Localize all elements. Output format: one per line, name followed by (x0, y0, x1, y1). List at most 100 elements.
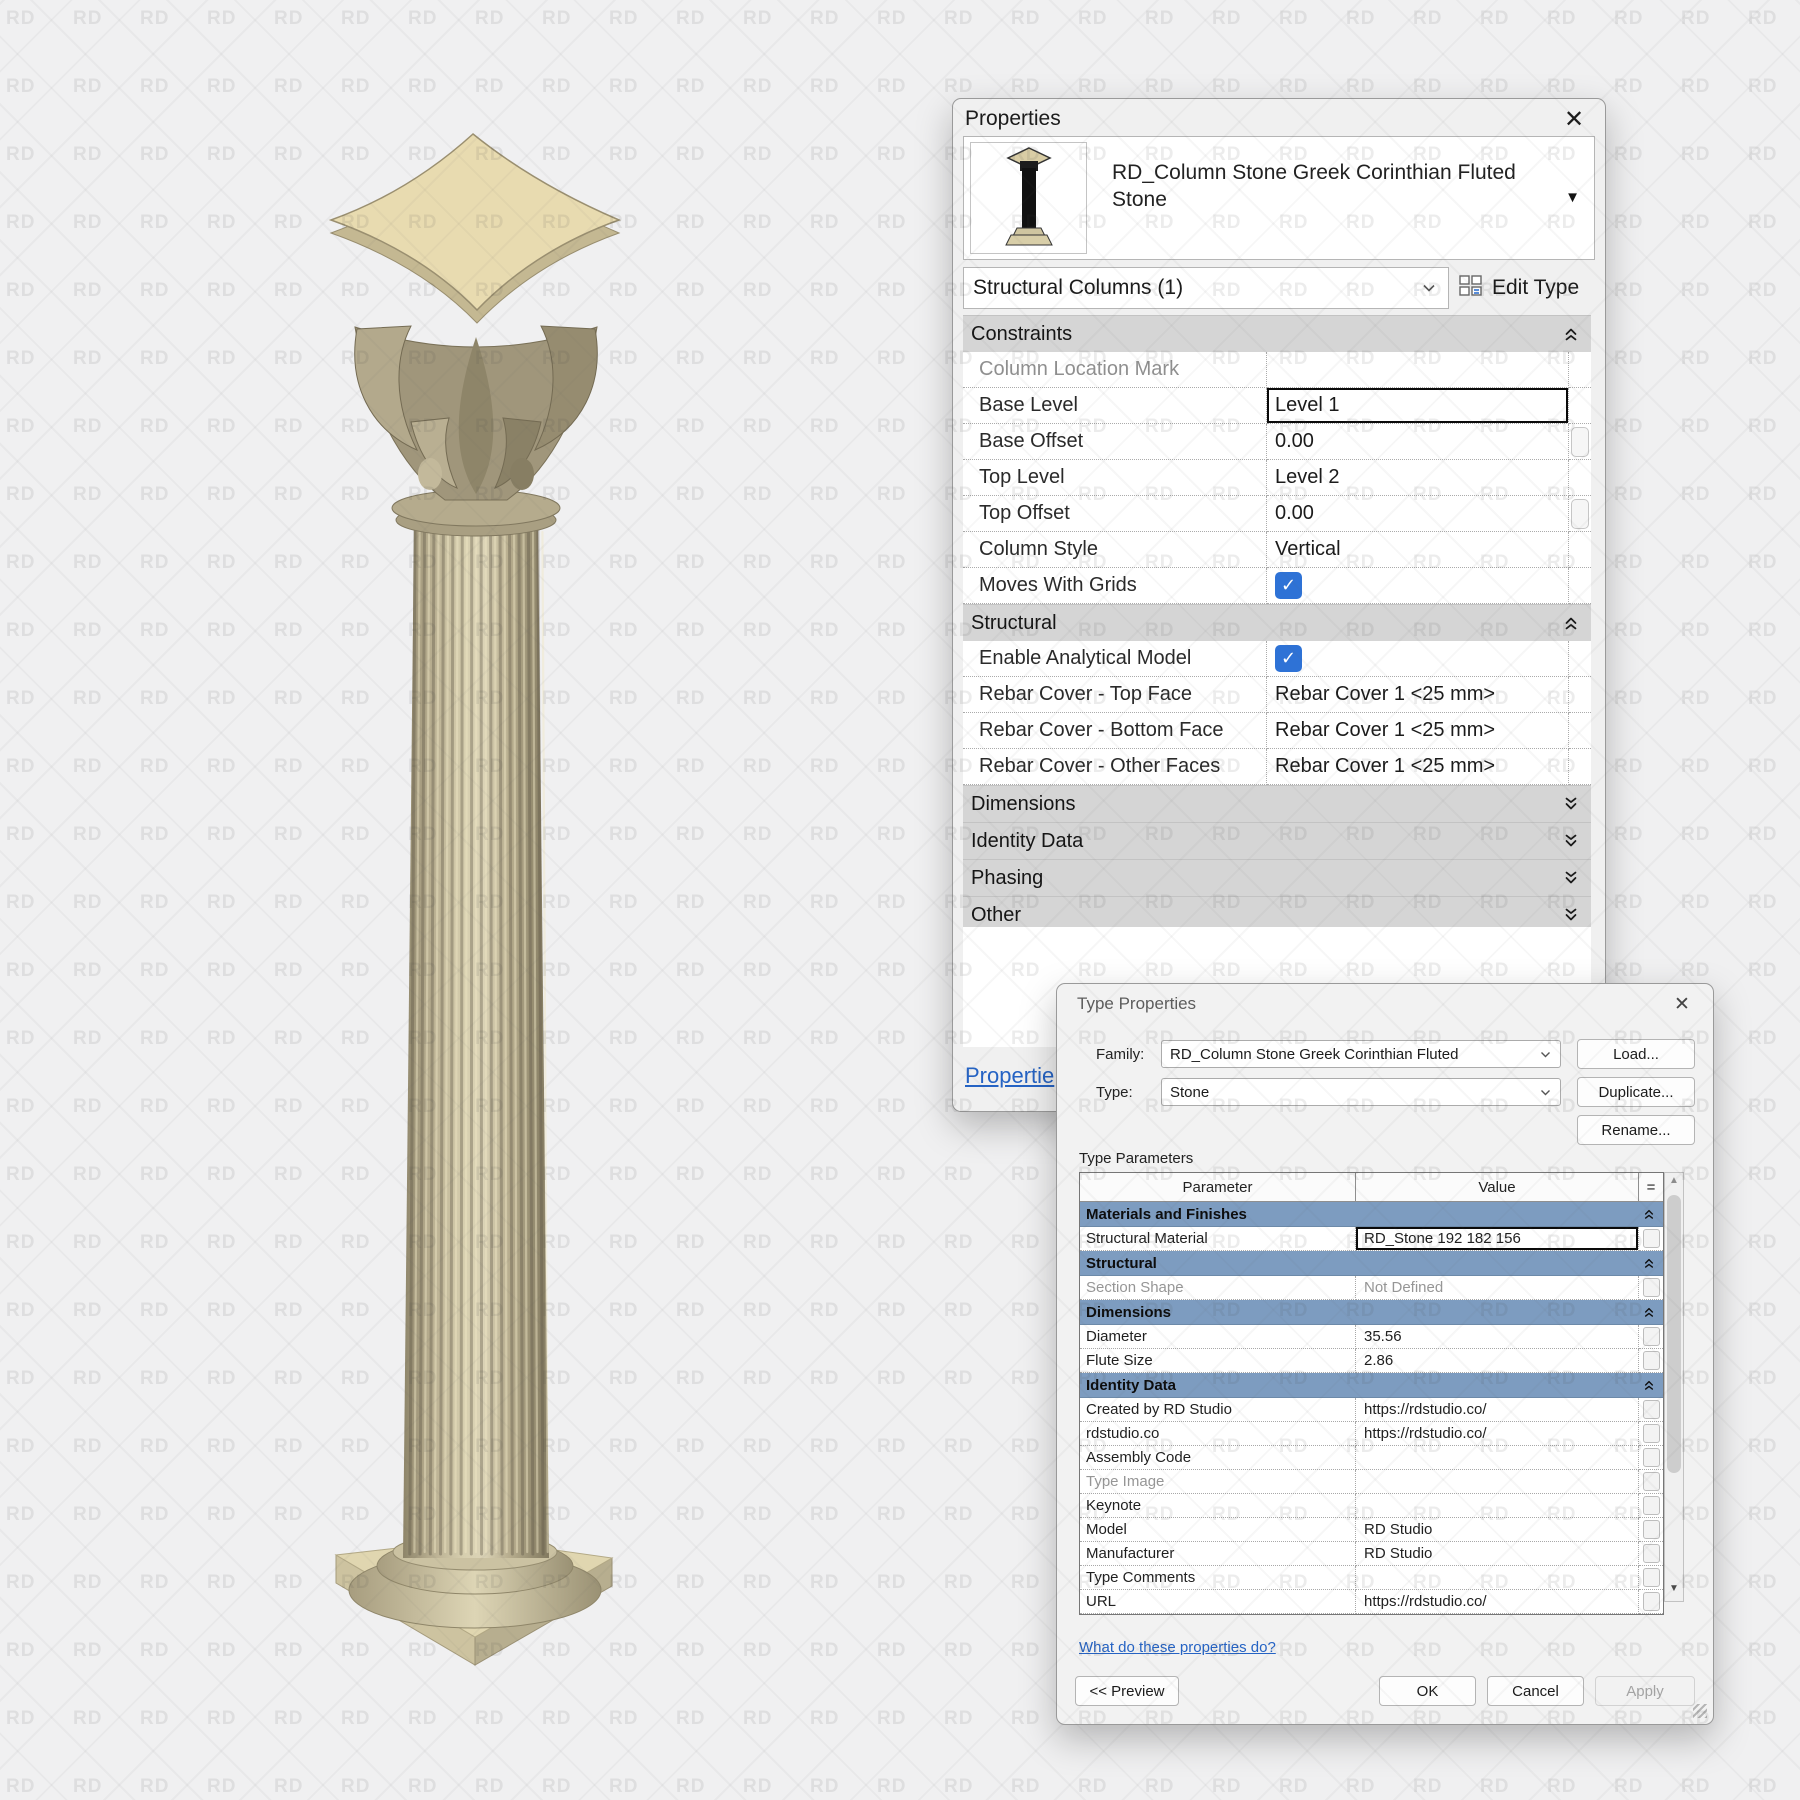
rd-watermark-text: RD (743, 1028, 772, 1050)
rd-watermark-text: RD (1748, 620, 1777, 642)
properties-help-link[interactable]: Propertie (965, 1063, 1054, 1089)
apply-button[interactable]: Apply (1595, 1676, 1695, 1706)
type-selector-box[interactable]: RD_Column Stone Greek Corinthian Fluted … (963, 136, 1595, 260)
chevron-up-icon[interactable] (1643, 1306, 1663, 1318)
property-value[interactable]: Rebar Cover 1 <25 mm> (1267, 749, 1569, 785)
type-combobox[interactable]: Stone (1161, 1078, 1561, 1106)
equals-toggle-button[interactable] (1643, 1544, 1660, 1563)
family-combobox[interactable]: RD_Column Stone Greek Corinthian Fluted (1161, 1040, 1561, 1068)
property-section-header[interactable]: Dimensions (963, 785, 1591, 822)
associate-parameter-button[interactable] (1571, 427, 1589, 457)
property-section-header[interactable]: Phasing (963, 859, 1591, 896)
ok-button[interactable]: OK (1379, 1676, 1476, 1706)
chevron-down-icon[interactable] (1563, 833, 1591, 849)
parameter-value[interactable] (1356, 1566, 1639, 1590)
parameter-value[interactable]: RD Studio (1356, 1542, 1639, 1566)
parameter-group-header[interactable]: Identity Data (1080, 1373, 1663, 1398)
chevron-up-icon[interactable] (1563, 326, 1591, 342)
duplicate-button[interactable]: Duplicate... (1577, 1077, 1695, 1107)
equals-toggle-button[interactable] (1643, 1448, 1660, 1467)
property-value[interactable]: ✓ (1267, 568, 1569, 604)
equals-toggle-button[interactable] (1643, 1472, 1660, 1491)
equals-toggle-button[interactable] (1643, 1496, 1660, 1515)
chevron-down-icon[interactable] (1563, 907, 1591, 923)
column-header-value[interactable]: Value (1356, 1173, 1639, 1201)
equals-toggle-button[interactable] (1643, 1278, 1660, 1297)
property-value[interactable]: 0.00 (1267, 424, 1569, 460)
property-section-header[interactable]: Constraints (963, 315, 1591, 352)
section-label: Structural (963, 612, 1563, 635)
parameter-value[interactable]: 2.86 (1356, 1349, 1639, 1373)
property-value[interactable]: Level 2 (1267, 460, 1569, 496)
parameter-value[interactable]: 35.56 (1356, 1325, 1639, 1349)
rd-watermark-text: RD (609, 1708, 638, 1730)
parameter-value[interactable]: https://rdstudio.co/ (1356, 1590, 1639, 1614)
rd-watermark-text: RD (6, 212, 35, 234)
close-icon[interactable]: ✕ (1667, 990, 1697, 1018)
checkbox-checked[interactable]: ✓ (1275, 645, 1302, 672)
parameter-value[interactable]: https://rdstudio.co/ (1356, 1398, 1639, 1422)
chevron-up-icon[interactable] (1643, 1379, 1663, 1391)
category-selector-combobox[interactable]: Structural Columns (1) (963, 267, 1449, 309)
property-section-header[interactable]: Identity Data (963, 822, 1591, 859)
property-value[interactable] (1267, 352, 1569, 388)
property-value[interactable]: 0.00 (1267, 496, 1569, 532)
rd-watermark-text: RD (944, 1368, 973, 1390)
preview-button[interactable]: << Preview (1075, 1676, 1179, 1706)
equals-toggle-button[interactable] (1643, 1520, 1660, 1539)
chevron-up-icon[interactable] (1643, 1257, 1663, 1269)
property-value[interactable]: Vertical (1267, 532, 1569, 568)
equals-toggle-button[interactable] (1643, 1592, 1660, 1611)
table-scrollbar[interactable]: ▲ ▼ (1664, 1172, 1684, 1602)
rd-watermark-text: RD (140, 1368, 169, 1390)
associate-parameter-button[interactable] (1571, 499, 1589, 529)
column-header-parameter[interactable]: Parameter (1080, 1173, 1356, 1201)
chevron-down-icon[interactable] (1563, 796, 1591, 812)
rd-watermark-text: RD (1078, 1776, 1107, 1798)
parameter-group-header[interactable]: Dimensions (1080, 1300, 1663, 1325)
equals-toggle-button[interactable] (1643, 1568, 1660, 1587)
equals-toggle-button[interactable] (1643, 1400, 1660, 1419)
equals-toggle-button[interactable] (1643, 1424, 1660, 1443)
scrollbar-thumb[interactable] (1667, 1195, 1681, 1473)
resize-grip[interactable] (1693, 1704, 1707, 1718)
cancel-button[interactable]: Cancel (1487, 1676, 1584, 1706)
property-value[interactable]: Rebar Cover 1 <25 mm> (1267, 677, 1569, 713)
parameter-value[interactable]: RD_Stone 192 182 156 (1356, 1227, 1639, 1251)
rd-watermark-text: RD (609, 76, 638, 98)
rd-watermark-text: RD (1748, 824, 1777, 846)
chevron-up-icon[interactable] (1643, 1208, 1663, 1220)
equals-toggle-button[interactable] (1643, 1327, 1660, 1346)
parameter-value[interactable]: https://rdstudio.co/ (1356, 1422, 1639, 1446)
property-value[interactable]: Rebar Cover 1 <25 mm> (1267, 713, 1569, 749)
group-label: Dimensions (1080, 1304, 1643, 1321)
property-value[interactable]: Level 1 (1267, 388, 1569, 424)
chevron-up-icon[interactable] (1563, 615, 1591, 631)
property-value[interactable]: ✓ (1267, 641, 1569, 677)
parameter-value[interactable] (1356, 1446, 1639, 1470)
parameter-value[interactable]: RD Studio (1356, 1518, 1639, 1542)
rename-button[interactable]: Rename... (1577, 1115, 1695, 1145)
rd-watermark-text: RD (676, 1572, 705, 1594)
parameter-value[interactable]: Not Defined (1356, 1276, 1639, 1300)
edit-type-button[interactable]: Edit Type (1458, 271, 1579, 305)
rd-watermark-text: RD (810, 280, 839, 302)
parameter-value[interactable] (1356, 1470, 1639, 1494)
equals-toggle-button[interactable] (1643, 1351, 1660, 1370)
load-button[interactable]: Load... (1577, 1039, 1695, 1069)
equals-toggle-button[interactable] (1643, 1229, 1660, 1248)
parameter-group-header[interactable]: Structural (1080, 1251, 1663, 1276)
property-section-header[interactable]: Structural (963, 604, 1591, 641)
scrollbar-down-arrow-icon[interactable]: ▼ (1665, 1583, 1683, 1599)
chevron-down-icon[interactable] (1563, 870, 1591, 886)
checkbox-checked[interactable]: ✓ (1275, 572, 1302, 599)
parameter-value[interactable] (1356, 1494, 1639, 1518)
type-dropdown-arrow-icon[interactable]: ▼ (1565, 189, 1580, 206)
parameter-group-header[interactable]: Materials and Finishes (1080, 1202, 1663, 1227)
parameter-row: Assembly Code (1080, 1446, 1663, 1470)
properties-help-link[interactable]: What do these properties do? (1079, 1639, 1276, 1656)
rd-watermark-text: RD (676, 1708, 705, 1730)
scrollbar-up-arrow-icon[interactable]: ▲ (1665, 1175, 1683, 1191)
close-icon[interactable]: ✕ (1557, 103, 1591, 135)
rd-watermark-text: RD (810, 1368, 839, 1390)
